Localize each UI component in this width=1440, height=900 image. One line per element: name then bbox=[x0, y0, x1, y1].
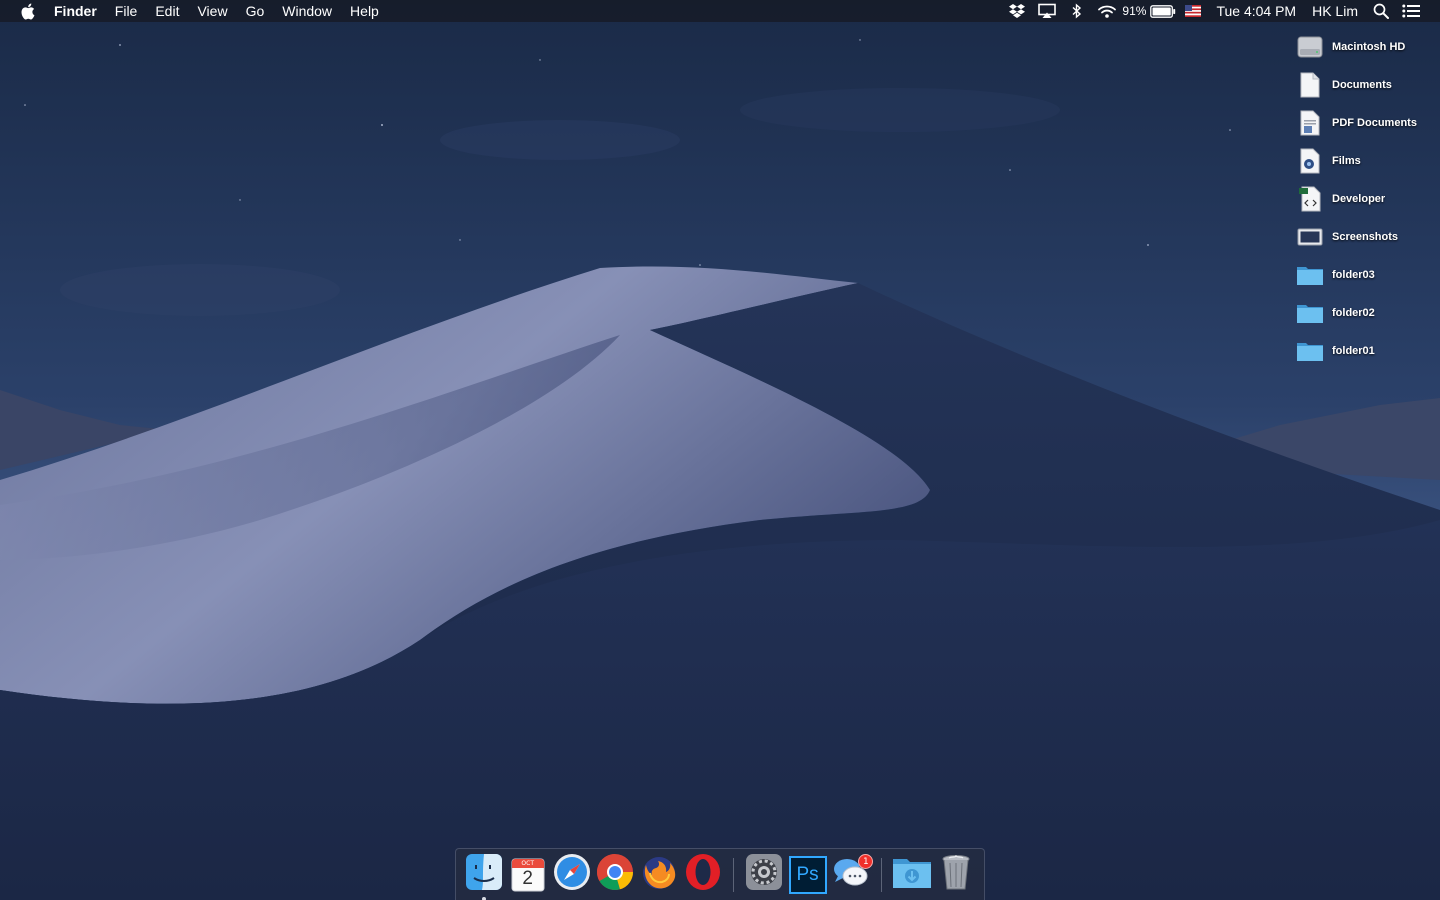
dock-downloads[interactable] bbox=[890, 853, 934, 897]
code-document-icon bbox=[1296, 185, 1324, 213]
desktop-icons: Macintosh HD Documents PDF Documents Fil… bbox=[1290, 28, 1440, 370]
dock-separator bbox=[881, 857, 883, 892]
desktop-item-label: Screenshots bbox=[1332, 231, 1399, 243]
dock-firefox[interactable] bbox=[637, 853, 681, 897]
dock-opera[interactable] bbox=[681, 853, 725, 897]
wifi-icon[interactable] bbox=[1092, 0, 1122, 22]
battery-percent[interactable]: 91% bbox=[1122, 0, 1148, 22]
finder-icon bbox=[465, 853, 503, 896]
desktop-wallpaper bbox=[0, 0, 1440, 900]
dock-safari[interactable] bbox=[550, 853, 594, 897]
menu-go[interactable]: Go bbox=[237, 0, 274, 22]
desktop-item-folder02[interactable]: folder02 bbox=[1290, 294, 1440, 332]
folder-icon bbox=[1296, 337, 1324, 365]
dock-separator bbox=[732, 857, 734, 892]
calendar-icon: OCT 2 bbox=[510, 857, 546, 893]
hard-drive-icon bbox=[1296, 33, 1324, 61]
menubar-user[interactable]: HK Lim bbox=[1304, 0, 1366, 22]
document-icon bbox=[1296, 71, 1324, 99]
apple-menu-icon[interactable] bbox=[18, 0, 36, 22]
menu-help[interactable]: Help bbox=[341, 0, 388, 22]
menubar-clock[interactable]: Tue 4:04 PM bbox=[1208, 0, 1304, 22]
desktop-item-label: folder01 bbox=[1332, 345, 1375, 357]
menu-view[interactable]: View bbox=[188, 0, 236, 22]
folder-icon bbox=[1296, 299, 1324, 327]
notification-center-icon[interactable] bbox=[1396, 0, 1426, 22]
dock-messages[interactable]: 1 bbox=[830, 853, 874, 897]
desktop-item-developer[interactable]: Developer bbox=[1290, 180, 1440, 218]
menu-window[interactable]: Window bbox=[273, 0, 341, 22]
trash-icon bbox=[941, 853, 971, 896]
spotlight-icon[interactable] bbox=[1366, 0, 1396, 22]
desktop-item-label: folder02 bbox=[1332, 307, 1375, 319]
desktop-item-documents[interactable]: Documents bbox=[1290, 66, 1440, 104]
dock-trash[interactable] bbox=[934, 853, 978, 897]
desktop-item-films[interactable]: Films bbox=[1290, 142, 1440, 180]
chrome-icon bbox=[596, 853, 634, 896]
dock-calendar[interactable]: OCT 2 bbox=[506, 853, 550, 897]
desktop-item-folder01[interactable]: folder01 bbox=[1290, 332, 1440, 370]
dock-finder[interactable] bbox=[462, 853, 506, 900]
desktop-item-label: Macintosh HD bbox=[1332, 41, 1406, 53]
firefox-icon bbox=[640, 853, 678, 896]
pdf-document-icon bbox=[1296, 109, 1324, 137]
desktop-item-screenshots[interactable]: Screenshots bbox=[1290, 218, 1440, 256]
dropbox-icon[interactable] bbox=[1002, 0, 1032, 22]
menu-file[interactable]: File bbox=[106, 0, 147, 22]
opera-icon bbox=[684, 853, 722, 896]
dock: OCT 2 Ps 1 bbox=[455, 848, 985, 900]
menu-edit[interactable]: Edit bbox=[146, 0, 188, 22]
desktop-item-label: PDF Documents bbox=[1332, 117, 1417, 129]
bluetooth-icon[interactable] bbox=[1062, 0, 1092, 22]
desktop-item-label: Films bbox=[1332, 155, 1361, 167]
battery-icon[interactable] bbox=[1148, 0, 1178, 22]
running-indicator bbox=[482, 896, 486, 900]
us-flag-icon[interactable] bbox=[1178, 0, 1208, 22]
menu-bar: Finder File Edit View Go Window Help 91%… bbox=[0, 0, 1440, 22]
screenshot-icon bbox=[1296, 223, 1324, 251]
desktop-item-label: folder03 bbox=[1332, 269, 1375, 281]
safari-icon bbox=[553, 853, 591, 896]
dock-system-preferences[interactable] bbox=[742, 853, 786, 897]
desktop-item-label: Developer bbox=[1332, 193, 1386, 205]
photoshop-icon: Ps bbox=[788, 855, 827, 894]
system-preferences-icon bbox=[745, 853, 783, 896]
calendar-month: OCT bbox=[521, 859, 534, 867]
messages-badge: 1 bbox=[858, 853, 874, 869]
desktop-item-pdf-documents[interactable]: PDF Documents bbox=[1290, 104, 1440, 142]
film-document-icon bbox=[1296, 147, 1324, 175]
dock-chrome[interactable] bbox=[593, 853, 637, 897]
desktop-item-label: Documents bbox=[1332, 79, 1392, 91]
menu-app-finder[interactable]: Finder bbox=[52, 0, 106, 22]
photoshop-label: Ps bbox=[796, 863, 819, 885]
dock-photoshop[interactable]: Ps bbox=[786, 853, 830, 897]
calendar-day: 2 bbox=[522, 867, 533, 889]
downloads-folder-icon bbox=[892, 855, 932, 894]
desktop-item-macintosh-hd[interactable]: Macintosh HD bbox=[1290, 28, 1440, 66]
airplay-icon[interactable] bbox=[1032, 0, 1062, 22]
desktop-item-folder03[interactable]: folder03 bbox=[1290, 256, 1440, 294]
folder-icon bbox=[1296, 261, 1324, 289]
